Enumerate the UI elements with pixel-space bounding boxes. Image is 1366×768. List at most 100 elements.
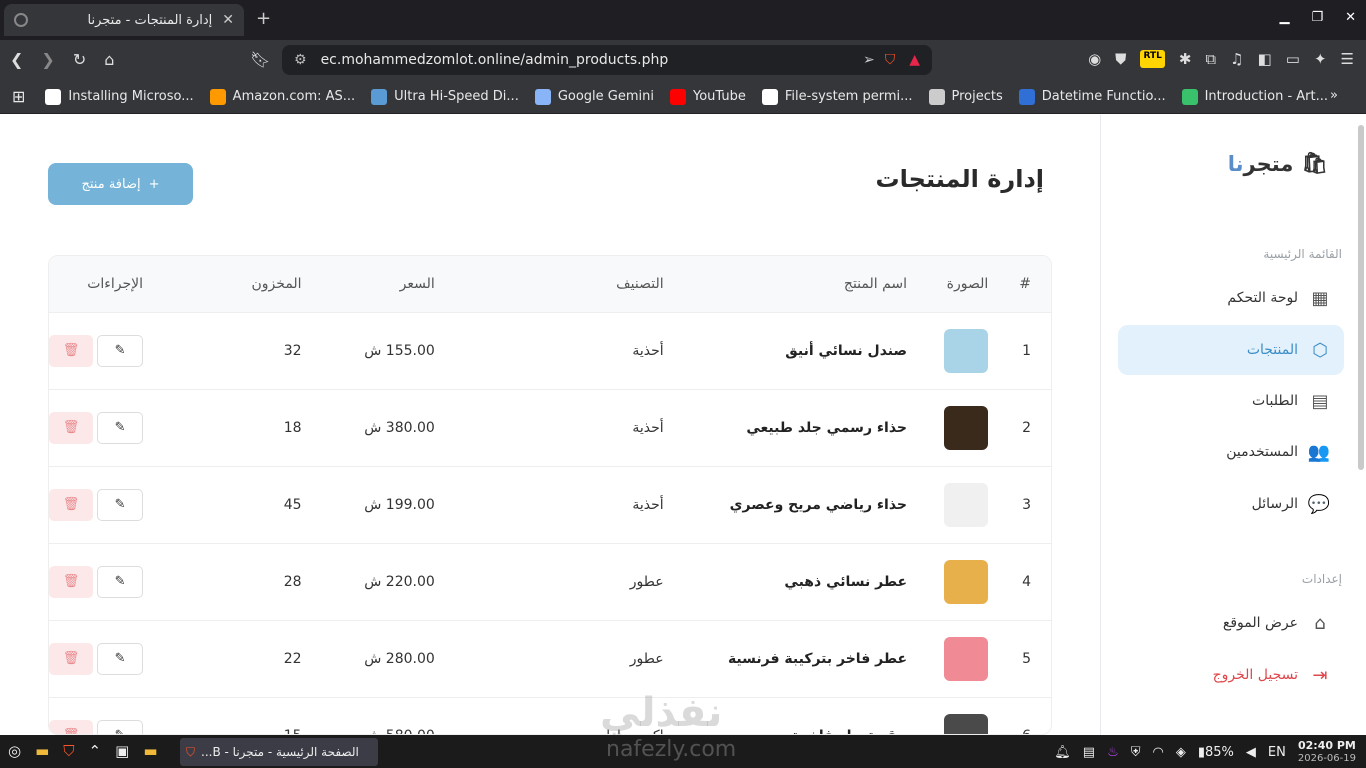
wifi-icon[interactable]: ◠ bbox=[1153, 745, 1164, 760]
media-icon[interactable]: ♫ bbox=[1230, 50, 1243, 68]
battery-icon[interactable]: ▮85% bbox=[1198, 745, 1234, 760]
back-icon[interactable]: ❮ bbox=[10, 50, 23, 69]
row-actions: ✎ 🗑︎ bbox=[49, 488, 144, 521]
brave-shield-icon[interactable]: ⛉ bbox=[885, 52, 896, 68]
sidebar-item-messages[interactable]: 💬 الرسائل bbox=[1118, 479, 1344, 529]
site-settings-icon[interactable]: ⚙ bbox=[294, 52, 307, 68]
column-header: اسم المنتج bbox=[843, 275, 908, 292]
extension-puzzle-icon[interactable]: ✱ bbox=[1179, 50, 1192, 68]
product-stock: 22 bbox=[283, 650, 302, 667]
volume-icon[interactable]: ◀ bbox=[1246, 745, 1256, 760]
bookmark-icon[interactable]: 🔖︎ bbox=[250, 50, 270, 69]
reload-icon[interactable]: ↻ bbox=[73, 50, 86, 69]
apps-grid-icon[interactable]: ⊞ bbox=[12, 87, 25, 106]
shopping-bag-icon: 🛍︎ bbox=[1301, 151, 1328, 175]
pencil-icon: ✎ bbox=[115, 728, 126, 734]
bookmark-item[interactable]: Projects bbox=[928, 88, 1003, 105]
edit-button[interactable]: ✎ bbox=[97, 411, 144, 444]
bookmark-favicon bbox=[1018, 88, 1035, 105]
flame-icon[interactable]: ♨ bbox=[1107, 745, 1119, 760]
edit-button[interactable]: ✎ bbox=[97, 334, 144, 367]
clipboard-icon[interactable]: ▤ bbox=[1083, 745, 1095, 760]
rtl-extension-badge[interactable]: RTL bbox=[1140, 50, 1165, 68]
bookmark-item[interactable]: Installing Microso... bbox=[45, 88, 194, 105]
trash-icon: 🗑︎ bbox=[62, 651, 80, 666]
clock[interactable]: 02:40 PM 2026-06-19 bbox=[1298, 739, 1356, 765]
edit-button[interactable]: ✎ bbox=[97, 719, 144, 734]
menu-icon[interactable]: ☰ bbox=[1341, 50, 1354, 68]
delete-button[interactable]: 🗑︎ bbox=[49, 488, 94, 521]
start-menu-icon[interactable]: ◎ bbox=[8, 742, 21, 760]
terminal-icon[interactable]: ▣ bbox=[115, 742, 129, 760]
delete-button[interactable]: 🗑︎ bbox=[49, 334, 94, 367]
add-product-button[interactable]: + إضافة منتج bbox=[48, 163, 193, 205]
sidebar-item-products[interactable]: ⬡ المنتجات bbox=[1118, 325, 1344, 375]
folder-icon[interactable]: ▬ bbox=[35, 742, 49, 760]
maximize-icon[interactable]: ❐ bbox=[1311, 10, 1323, 25]
url-text[interactable]: ec.mohammedzomlot.online/admin_products.… bbox=[321, 52, 863, 68]
delete-button[interactable]: 🗑︎ bbox=[49, 642, 94, 675]
bookmark-item[interactable]: Introduction - Art... bbox=[1181, 88, 1328, 105]
product-stock: 15 bbox=[173, 697, 302, 734]
close-window-icon[interactable]: ✕ bbox=[1345, 10, 1356, 25]
more-bookmarks-icon[interactable]: » bbox=[1330, 88, 1338, 103]
home-icon: ⌂ bbox=[1314, 612, 1326, 634]
taskbar-active-window[interactable]: ⛉ الصفحة الرئيسية - متجرنا - B... bbox=[180, 738, 378, 766]
wallet-icon[interactable]: ▭ bbox=[1286, 50, 1300, 68]
nav-buttons: ❮ ❯ ↻ ⌂ bbox=[10, 50, 114, 69]
bookmark-favicon bbox=[209, 88, 226, 105]
page-scrollbar[interactable] bbox=[1358, 125, 1364, 470]
pencil-icon: ✎ bbox=[114, 420, 126, 435]
brand-logo[interactable]: 🛍︎ متجرنا bbox=[1228, 151, 1328, 176]
bookmark-item[interactable]: Amazon.com: AS... bbox=[209, 88, 355, 105]
delete-button[interactable]: 🗑︎ bbox=[49, 719, 94, 734]
new-tab-icon[interactable]: + bbox=[256, 8, 271, 29]
sidebar-item-view-site[interactable]: ⌂ عرض الموقع bbox=[1118, 598, 1344, 648]
bell-icon[interactable]: 🔔︎ bbox=[1054, 745, 1071, 760]
browser-tab[interactable]: إدارة المنتجات - متجرنا ✕ bbox=[4, 4, 244, 36]
brave-browser-icon[interactable]: ⛉ bbox=[63, 742, 74, 760]
shield-icon[interactable]: ⛨ bbox=[1131, 745, 1141, 760]
delete-button[interactable]: 🗑︎ bbox=[49, 565, 94, 598]
forward-icon[interactable]: ❯ bbox=[41, 50, 54, 69]
row-actions: ✎ 🗑︎ bbox=[49, 642, 144, 675]
edit-button[interactable]: ✎ bbox=[97, 642, 144, 675]
chevron-up-icon[interactable]: ⌃ bbox=[89, 742, 102, 760]
bookmark-item[interactable]: Datetime Functio... bbox=[1018, 88, 1166, 105]
sidebar-item-logout[interactable]: ⇥ تسجيل الخروج bbox=[1118, 650, 1344, 700]
close-tab-icon[interactable]: ✕ bbox=[222, 12, 234, 28]
bookmark-item[interactable]: Ultra Hi-Speed Di... bbox=[371, 88, 519, 105]
product-price: 580.00 ش bbox=[302, 697, 435, 734]
network-icon[interactable]: ◈ bbox=[1176, 745, 1186, 760]
brave-rewards-icon[interactable]: ▲ bbox=[909, 52, 920, 68]
sidebar: 🛍︎ متجرنا القائمة الرئيسية ▦ لوحة التحكم… bbox=[1100, 115, 1366, 735]
edit-button[interactable]: ✎ bbox=[97, 565, 144, 598]
language-indicator[interactable]: EN bbox=[1268, 745, 1286, 760]
edit-button[interactable]: ✎ bbox=[97, 488, 144, 521]
share-icon[interactable]: ➢ bbox=[863, 52, 875, 68]
sidebar-item-dashboard[interactable]: ▦ لوحة التحكم bbox=[1118, 273, 1344, 323]
table-row: 4 عطر نسائي ذهبي عطور 220.00 ش 28 ✎ 🗑︎ bbox=[49, 543, 1051, 620]
row-number: 3 bbox=[1022, 496, 1031, 513]
bookmark-item[interactable]: File-system permi... bbox=[761, 88, 913, 105]
camera-icon[interactable]: ◉ bbox=[1088, 50, 1101, 68]
trash-icon: 🗑︎ bbox=[62, 574, 80, 589]
address-bar[interactable]: ⚙ ec.mohammedzomlot.online/admin_product… bbox=[282, 45, 932, 75]
bookmark-item[interactable]: YouTube bbox=[670, 88, 746, 105]
leo-ai-icon[interactable]: ✦ bbox=[1314, 50, 1327, 68]
delete-button[interactable]: 🗑︎ bbox=[49, 411, 94, 444]
product-thumbnail bbox=[944, 559, 989, 604]
home-icon[interactable]: ⌂ bbox=[104, 50, 114, 69]
column-header: المخزون bbox=[251, 275, 302, 292]
table-row: 5 عطر فاخر بتركيبة فرنسية عطور 280.00 ش … bbox=[49, 620, 1051, 697]
minimize-icon[interactable]: ▁ bbox=[1279, 10, 1289, 25]
files-icon[interactable]: ▬ bbox=[143, 742, 157, 760]
product-category: أحذية bbox=[632, 342, 664, 359]
sidebar-item-users[interactable]: 👥 المستخدمين bbox=[1118, 427, 1344, 477]
extensions-icon[interactable]: ⧉ bbox=[1205, 50, 1216, 68]
sidebar-toggle-icon[interactable]: ◧ bbox=[1258, 50, 1272, 68]
pencil-icon: ✎ bbox=[114, 343, 126, 358]
sidebar-item-orders[interactable]: ▤ الطلبات bbox=[1118, 376, 1344, 426]
bookmark-item[interactable]: Google Gemini bbox=[534, 88, 654, 105]
extension-shield-icon[interactable]: ⛊ bbox=[1115, 50, 1126, 68]
